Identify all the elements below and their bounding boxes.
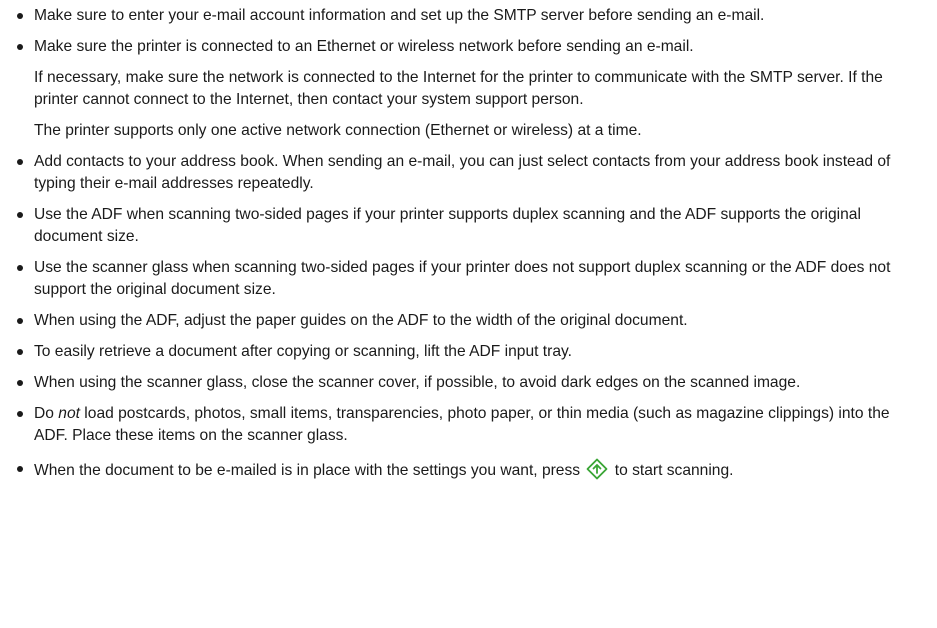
bullet-icon bbox=[17, 159, 23, 165]
bullet-icon bbox=[17, 265, 23, 271]
tip-email-setup: Make sure to enter your e-mail account i… bbox=[14, 5, 925, 27]
tip-text: Add contacts to your address book. When … bbox=[34, 153, 891, 192]
tip-text: When using the scanner glass, close the … bbox=[34, 374, 801, 391]
tip-text: Use the scanner glass when scanning two-… bbox=[34, 259, 891, 298]
email-tips-page: Make sure to enter your e-mail account i… bbox=[0, 0, 937, 628]
tip-scanner-cover: When using the scanner glass, close the … bbox=[14, 372, 925, 394]
tip-retrieve-document: To easily retrieve a document after copy… bbox=[14, 341, 925, 363]
bullet-icon bbox=[17, 212, 23, 218]
tip-text-after: to start scanning. bbox=[610, 462, 734, 479]
tip-text: To easily retrieve a document after copy… bbox=[34, 343, 572, 360]
tip-text: Make sure to enter your e-mail account i… bbox=[34, 7, 765, 24]
tip-do-not-load: Do not load postcards, photos, small ite… bbox=[14, 403, 925, 447]
tip-text: When using the ADF, adjust the paper gui… bbox=[34, 312, 688, 329]
tip-subparagraph-internet: If necessary, make sure the network is c… bbox=[34, 69, 883, 108]
start-diamond-icon bbox=[586, 458, 608, 480]
bullet-icon bbox=[17, 13, 23, 19]
bullet-icon bbox=[17, 318, 23, 324]
tip-paper-guides: When using the ADF, adjust the paper gui… bbox=[14, 310, 925, 332]
bullet-icon bbox=[17, 411, 23, 417]
tip-adf-duplex: Use the ADF when scanning two-sided page… bbox=[14, 204, 925, 248]
tip-text: Use the ADF when scanning two-sided page… bbox=[34, 206, 861, 245]
email-tips-list: Make sure to enter your e-mail account i… bbox=[14, 5, 925, 482]
bullet-icon bbox=[17, 380, 23, 386]
bullet-icon bbox=[17, 349, 23, 355]
tip-address-book: Add contacts to your address book. When … bbox=[14, 151, 925, 195]
tip-text: Make sure the printer is connected to an… bbox=[34, 38, 694, 55]
tip-subparagraph-single-connection: The printer supports only one active net… bbox=[34, 122, 642, 139]
bullet-icon bbox=[17, 466, 23, 472]
tip-text-before: When the document to be e-mailed is in p… bbox=[34, 462, 585, 479]
tip-text-do: Do bbox=[34, 405, 59, 422]
tip-network: Make sure the printer is connected to an… bbox=[14, 36, 925, 142]
tip-text-not-emphasis: not bbox=[58, 405, 80, 422]
tip-glass-duplex: Use the scanner glass when scanning two-… bbox=[14, 257, 925, 301]
tip-text-rest: load postcards, photos, small items, tra… bbox=[34, 405, 890, 444]
bullet-icon bbox=[17, 44, 23, 50]
tip-start-scanning: When the document to be e-mailed is in p… bbox=[14, 458, 925, 482]
